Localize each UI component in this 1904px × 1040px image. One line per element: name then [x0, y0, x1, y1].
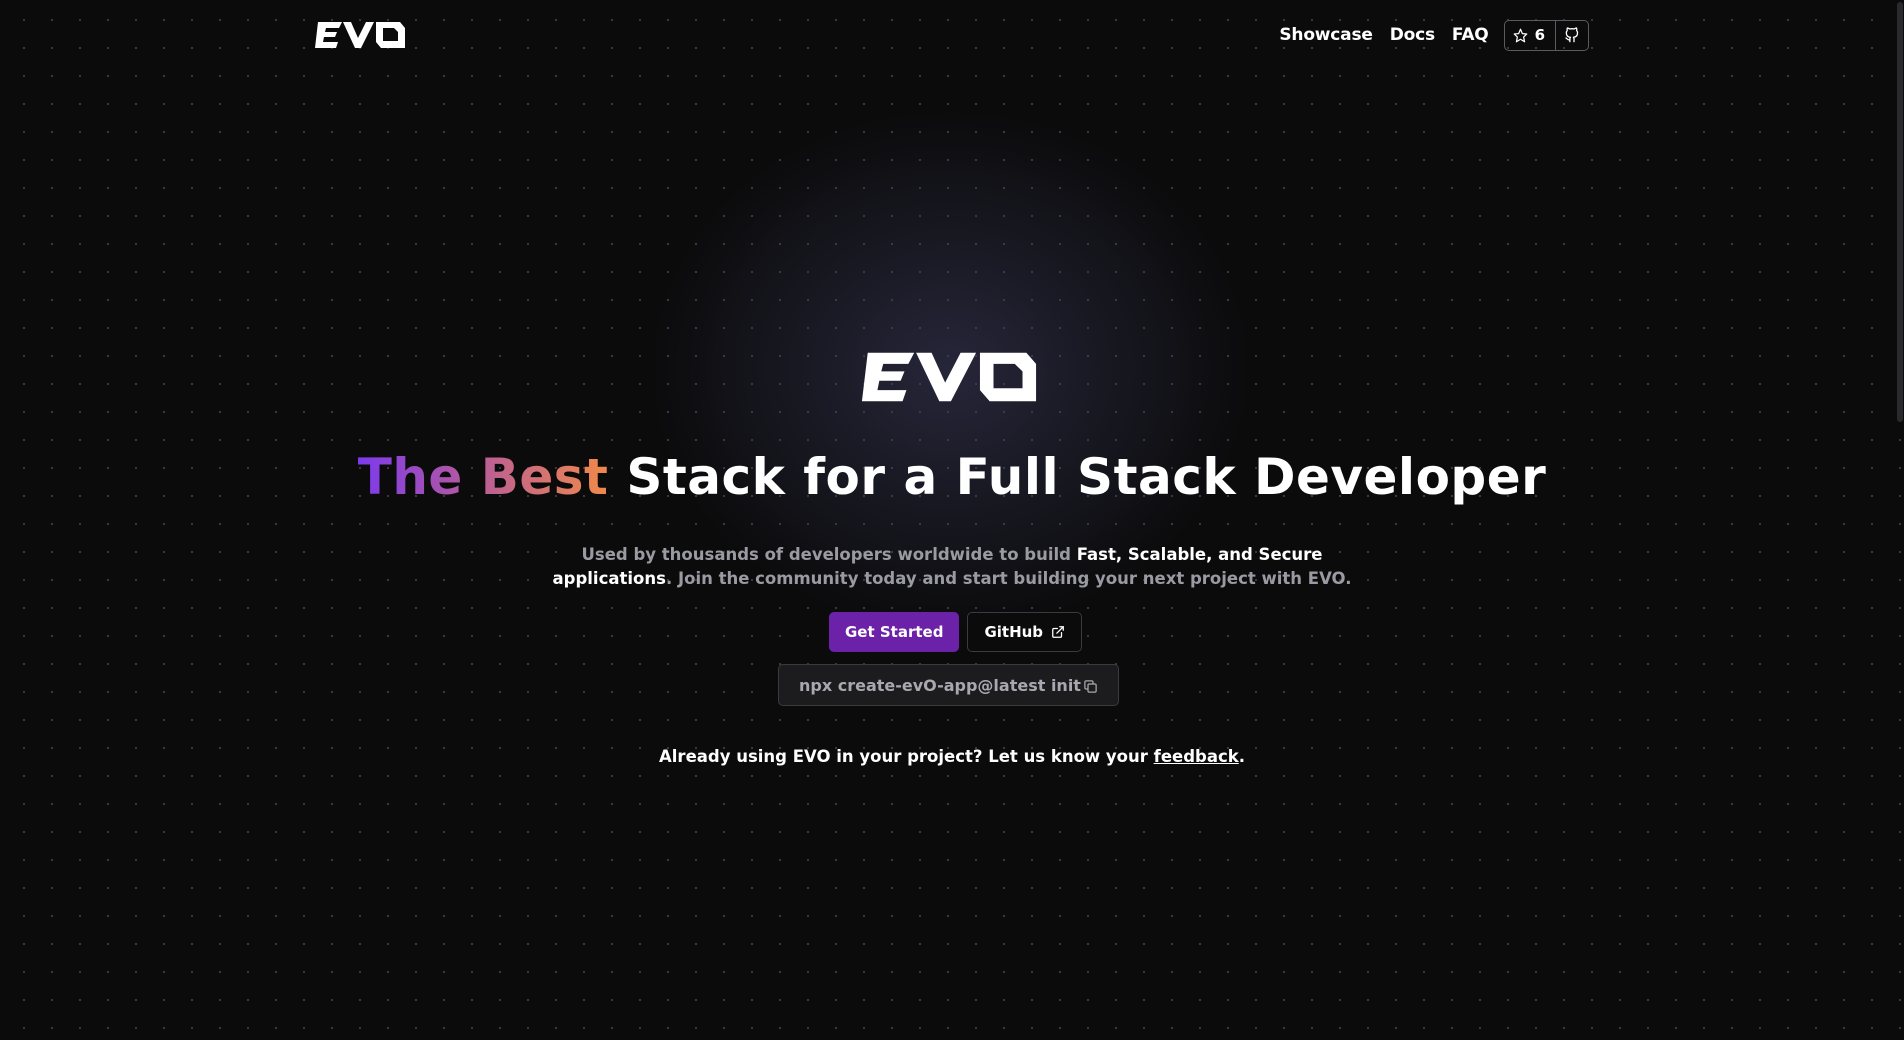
copy-icon — [1083, 679, 1097, 693]
github-button[interactable]: GitHub — [967, 612, 1083, 652]
main-nav: Showcase Docs FAQ 6 — [1279, 19, 1589, 51]
star-count: 6 — [1534, 26, 1545, 44]
hero-headline: The Best Stack for a Full Stack Develope… — [0, 448, 1904, 506]
description-part-1: Used by thousands of developers worldwid… — [581, 545, 1077, 564]
page-scrollbar[interactable] — [1896, 0, 1904, 1040]
description-part-2: . Join the community today and start bui… — [665, 569, 1352, 588]
github-stars-button[interactable]: 6 — [1505, 20, 1556, 50]
hero-actions: Get Started GitHub — [829, 612, 1083, 652]
github-icon — [1565, 27, 1579, 43]
site-header: Showcase Docs FAQ 6 — [0, 0, 1904, 70]
github-stars-group: 6 — [1503, 19, 1589, 51]
feedback-prompt: Already using EVO in your project? Let u… — [0, 747, 1904, 766]
github-link-button[interactable] — [1556, 21, 1588, 50]
install-command: npx create-evO-app@latest init — [799, 675, 1081, 695]
evo-logo[interactable] — [314, 20, 406, 50]
feedback-link[interactable]: feedback — [1154, 747, 1239, 766]
star-icon — [1513, 28, 1527, 42]
feedback-text: Already using EVO in your project? Let u… — [659, 747, 1154, 766]
feedback-suffix: . — [1238, 747, 1245, 766]
external-link-icon — [1052, 626, 1064, 638]
nav-link-docs[interactable]: Docs — [1390, 25, 1435, 45]
hero-description: Used by thousands of developers worldwid… — [552, 543, 1352, 591]
github-button-label: GitHub — [984, 623, 1044, 641]
nav-link-faq[interactable]: FAQ — [1452, 25, 1489, 45]
description-highlight-2: applications — [552, 569, 666, 588]
copy-command-button[interactable] — [1080, 676, 1100, 696]
headline-text: Stack for a Full Stack Developer — [608, 448, 1547, 506]
evo-hero-logo — [861, 352, 1037, 402]
description-highlight-1: Fast, Scalable, and Secure — [1076, 545, 1323, 564]
nav-link-showcase[interactable]: Showcase — [1279, 25, 1373, 45]
get-started-button[interactable]: Get Started — [829, 612, 960, 652]
install-command-box: npx create-evO-app@latest init — [778, 664, 1119, 706]
headline-gradient-text: The Best — [357, 448, 609, 506]
